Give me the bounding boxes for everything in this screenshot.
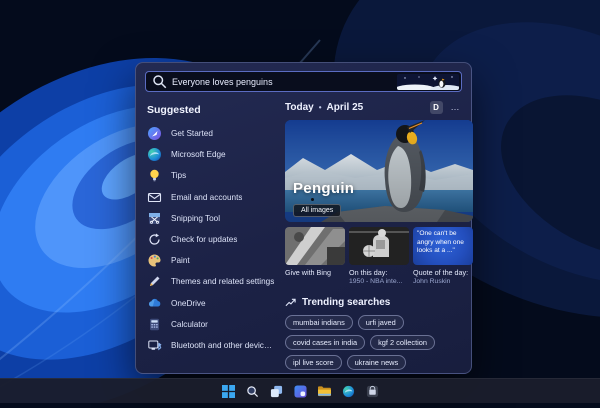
suggested-section: Suggested Get Started Microsoft Edge Tip… bbox=[145, 95, 276, 368]
themes-pencil-icon bbox=[150, 276, 160, 287]
file-explorer-button[interactable] bbox=[315, 382, 333, 400]
suggested-item-label: Calculator bbox=[171, 319, 208, 329]
taskbar bbox=[0, 378, 600, 403]
search-icon bbox=[153, 75, 167, 89]
suggested-item-bluetooth-devices[interactable]: Bluetooth and other devices sett... bbox=[145, 335, 276, 356]
trending-pill[interactable]: kgf 2 collection bbox=[370, 334, 435, 350]
card-caption: On this day: bbox=[349, 268, 388, 277]
paint-palette-icon bbox=[148, 254, 161, 267]
suggested-item-label: Themes and related settings bbox=[171, 277, 275, 287]
task-view-icon bbox=[270, 385, 282, 397]
on-this-day-card[interactable]: On this day: 1950 - NBA inte... bbox=[349, 227, 409, 287]
microsoft-edge-icon bbox=[148, 148, 161, 162]
suggested-item-microsoft-edge[interactable]: Microsoft Edge bbox=[145, 144, 276, 165]
suggested-item-label: Check for updates bbox=[171, 235, 238, 245]
give-with-bing-photo bbox=[285, 227, 345, 265]
suggested-item-label: Paint bbox=[171, 256, 190, 266]
trending-pills: mumbai indians urfi javed covid cases in… bbox=[285, 314, 477, 370]
hero-image-card[interactable]: Penguin All images bbox=[285, 120, 473, 222]
today-header: Today • April 25 D … bbox=[285, 99, 462, 115]
suggested-item-email-accounts[interactable]: Email and accounts bbox=[145, 187, 276, 208]
taskbar-search-button[interactable] bbox=[243, 382, 261, 400]
suggested-item-onedrive[interactable]: OneDrive bbox=[145, 293, 276, 314]
today-date: Today • April 25 bbox=[285, 102, 363, 113]
email-envelope-icon bbox=[147, 192, 162, 202]
card-subcaption: John Ruskin bbox=[413, 277, 451, 285]
suggested-item-snipping-tool[interactable]: Snipping Tool bbox=[145, 208, 276, 229]
trending-pill[interactable]: ukraine news bbox=[346, 354, 407, 370]
card-subcaption: 1950 - NBA inte... bbox=[349, 277, 403, 285]
calculator-icon bbox=[150, 318, 159, 330]
trending-pill[interactable]: ipl live score bbox=[285, 354, 342, 370]
search-flyout-panel: Suggested Get Started Microsoft E bbox=[135, 62, 473, 374]
get-started-icon bbox=[148, 127, 161, 141]
on-this-day-photo bbox=[349, 227, 409, 265]
start-button[interactable] bbox=[219, 382, 237, 400]
suggested-item-label: Snipping Tool bbox=[171, 213, 221, 223]
windows-start-icon bbox=[221, 384, 235, 398]
suggested-item-label: Microsoft Edge bbox=[171, 150, 226, 160]
search-input[interactable] bbox=[172, 76, 392, 87]
trending-pill[interactable]: mumbai indians bbox=[285, 314, 353, 330]
all-images-button[interactable]: All images bbox=[293, 204, 342, 217]
trending-pill[interactable]: urfi javed bbox=[357, 314, 404, 330]
suggested-item-label: Bluetooth and other devices sett... bbox=[171, 340, 276, 350]
edge-taskbar-button[interactable] bbox=[339, 382, 357, 400]
penguin-doodle-icon bbox=[397, 73, 459, 90]
task-view-button[interactable] bbox=[267, 382, 285, 400]
snipping-tool-icon bbox=[149, 212, 160, 224]
refresh-updates-icon bbox=[149, 233, 160, 245]
date-separator: • bbox=[318, 102, 322, 112]
suggested-title: Suggested bbox=[147, 104, 201, 116]
suggested-item-themes-settings[interactable]: Themes and related settings bbox=[145, 271, 276, 292]
trending-title: Trending searches bbox=[302, 296, 391, 308]
suggested-item-label: Tips bbox=[171, 171, 187, 181]
date-label: April 25 bbox=[326, 101, 364, 113]
quote-of-the-day-card[interactable]: "One can't be angry when one looks at a … bbox=[413, 227, 473, 287]
info-cards-row: Give with Bing On this day: 1950 - NBA i… bbox=[285, 227, 473, 287]
suggested-item-check-updates[interactable]: Check for updates bbox=[145, 229, 276, 250]
more-options-icon[interactable]: … bbox=[451, 102, 461, 112]
suggested-item-calculator[interactable]: Calculator bbox=[145, 314, 276, 335]
trending-header: Trending searches bbox=[285, 297, 462, 308]
suggested-item-get-started[interactable]: Get Started bbox=[145, 123, 276, 144]
suggested-item-paint[interactable]: Paint bbox=[145, 250, 276, 271]
hero-title: Penguin bbox=[293, 180, 355, 197]
bluetooth-devices-icon bbox=[148, 340, 162, 351]
microsoft-store-icon bbox=[366, 385, 378, 397]
widgets-icon bbox=[293, 384, 307, 398]
suggested-item-label: Email and accounts bbox=[171, 192, 243, 202]
suggested-item-label: OneDrive bbox=[171, 298, 206, 308]
card-caption: Give with Bing bbox=[285, 268, 331, 277]
search-bar[interactable] bbox=[145, 71, 462, 92]
microsoft-store-button[interactable] bbox=[363, 382, 381, 400]
trending-arrow-icon bbox=[285, 298, 296, 306]
carousel-dot bbox=[311, 198, 314, 201]
file-explorer-icon bbox=[318, 386, 331, 397]
daily-content-section: Today • April 25 D … Penguin All images … bbox=[276, 95, 473, 370]
edge-taskbar-icon bbox=[342, 385, 354, 397]
trending-pill[interactable]: covid cases in india bbox=[285, 334, 366, 350]
taskbar-search-icon bbox=[246, 385, 258, 397]
suggested-item-label: Get Started bbox=[171, 129, 213, 139]
today-label: Today bbox=[285, 101, 314, 113]
quote-text: "One can't be angry when one looks at a … bbox=[413, 227, 473, 265]
search-panel-content: Suggested Get Started Microsoft Edge Tip… bbox=[145, 95, 473, 370]
tips-lightbulb-icon bbox=[150, 170, 159, 182]
suggested-item-tips[interactable]: Tips bbox=[145, 165, 276, 186]
widgets-button[interactable] bbox=[291, 382, 309, 400]
card-caption: Quote of the day: bbox=[413, 268, 469, 277]
give-with-bing-card[interactable]: Give with Bing bbox=[285, 227, 345, 287]
profile-initial-chip[interactable]: D bbox=[429, 100, 443, 114]
onedrive-cloud-icon bbox=[149, 298, 161, 307]
